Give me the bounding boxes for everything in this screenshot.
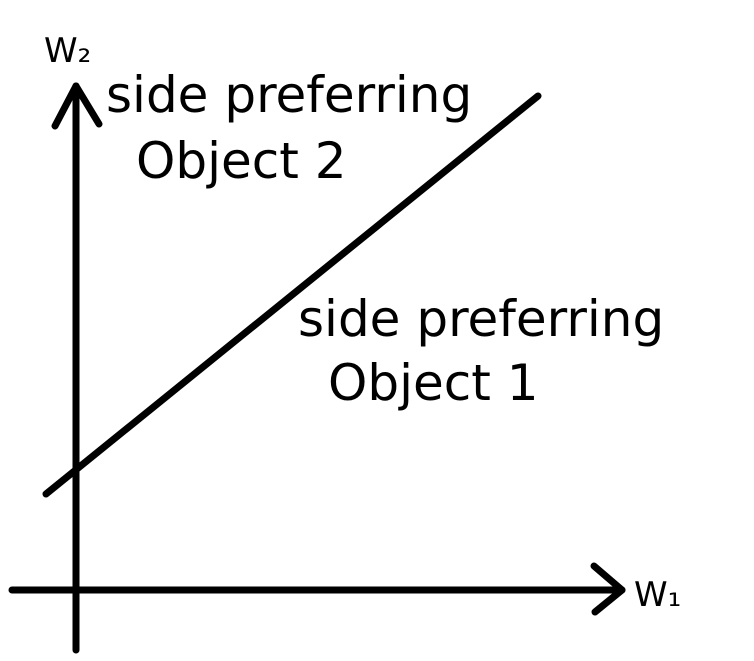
preference-diagram: W₂ W₁ side preferring Object 2 side pref… (8, 31, 681, 654)
lower-region-label-line2: Object 1 (328, 354, 539, 412)
x-axis-label: W₁ (634, 575, 681, 615)
upper-region-label-line1: side preferring (106, 66, 472, 124)
y-axis-label: W₂ (44, 31, 91, 71)
lower-region-label-line1: side preferring (298, 290, 664, 348)
upper-region-label-line2: Object 2 (136, 132, 347, 190)
